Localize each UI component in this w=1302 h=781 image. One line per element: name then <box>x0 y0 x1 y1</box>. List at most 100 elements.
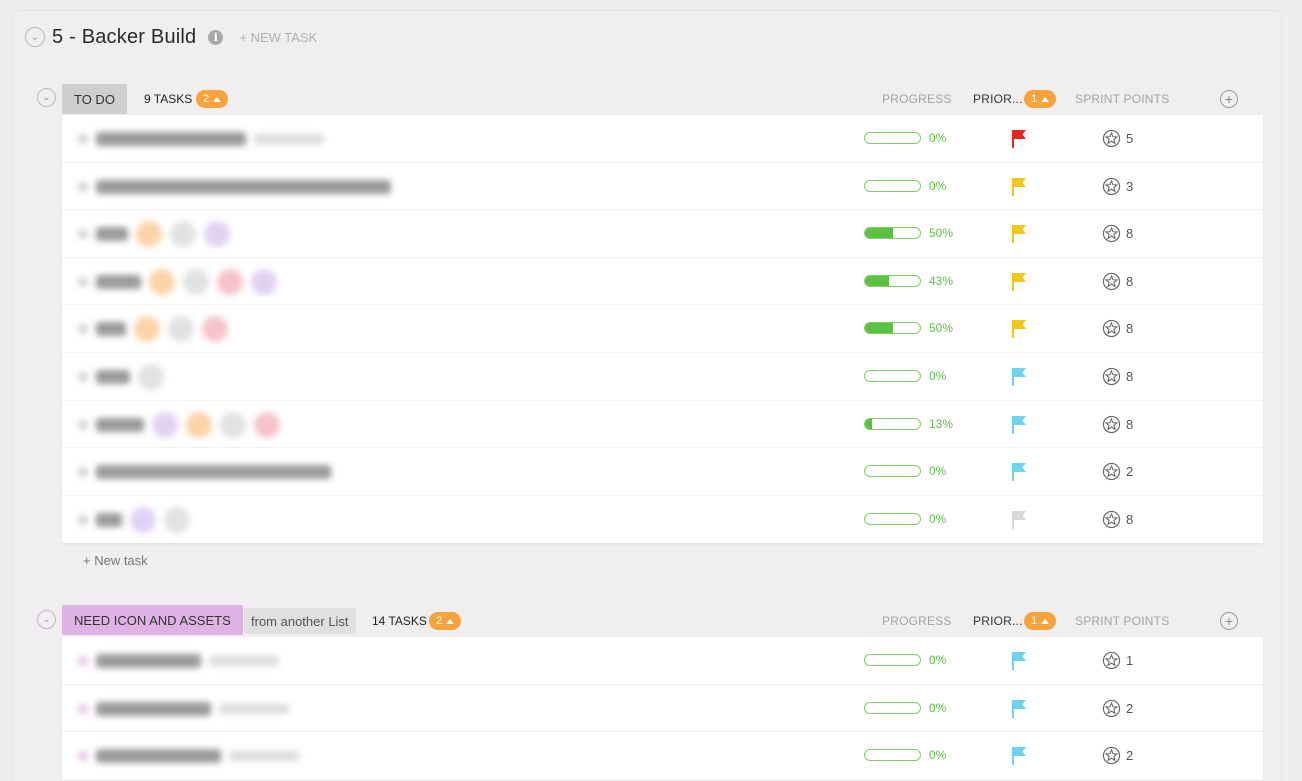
task-row[interactable]: 0% 2 <box>62 685 1263 732</box>
task-row[interactable]: 50% 8 <box>62 210 1263 258</box>
new-task-button[interactable]: + NEW TASK <box>239 30 317 45</box>
task-row[interactable]: 0% 8 <box>62 353 1263 401</box>
task-row[interactable]: 0% 8 <box>62 496 1263 544</box>
task-name-redacted[interactable] <box>78 221 230 248</box>
task-name-redacted[interactable] <box>78 506 190 533</box>
assignee-avatar <box>220 411 246 438</box>
priority-flag-icon[interactable] <box>1011 177 1027 197</box>
star-icon <box>1102 177 1121 195</box>
priority-flag-icon[interactable] <box>1011 224 1027 244</box>
task-row[interactable]: 0% 3 <box>62 163 1263 211</box>
task-status-dot[interactable] <box>78 371 88 382</box>
progress-cell[interactable]: 13% <box>864 417 953 431</box>
task-status-dot[interactable] <box>78 656 88 666</box>
priority-flag-icon[interactable] <box>1011 651 1027 671</box>
task-name-redacted[interactable] <box>78 316 228 343</box>
task-name-redacted[interactable] <box>78 129 324 149</box>
count-badge[interactable]: 2 <box>196 90 229 108</box>
add-column-button[interactable]: + <box>1220 90 1238 108</box>
status-pill[interactable]: NEED ICON AND ASSETS <box>62 605 243 635</box>
task-row[interactable]: 0% 1 <box>62 637 1263 685</box>
add-column-button[interactable]: + <box>1220 612 1238 630</box>
sprint-points-cell[interactable]: 8 <box>1102 367 1133 386</box>
priority-badge[interactable]: 1 <box>1024 612 1057 630</box>
task-status-dot[interactable] <box>78 324 88 335</box>
status-pill[interactable]: TO DO <box>62 84 127 114</box>
progress-cell[interactable]: 0% <box>864 179 946 193</box>
priority-badge[interactable]: 1 <box>1024 90 1057 108</box>
progress-cell[interactable]: 43% <box>864 274 953 288</box>
task-status-dot[interactable] <box>78 751 88 761</box>
group-header-need-icon: ⌄ NEED ICON AND ASSETS from another List… <box>37 605 1267 636</box>
progress-cell[interactable]: 50% <box>864 226 953 240</box>
progress-cell[interactable]: 0% <box>864 131 946 145</box>
sprint-points-cell[interactable]: 3 <box>1102 177 1133 196</box>
task-row[interactable]: 43% 8 <box>62 258 1263 306</box>
sprint-points-cell[interactable]: 2 <box>1102 462 1133 481</box>
priority-flag-icon[interactable] <box>1011 746 1027 766</box>
priority-flag-icon[interactable] <box>1011 510 1027 530</box>
sprint-points-cell[interactable]: 1 <box>1102 651 1133 670</box>
priority-flag-icon[interactable] <box>1011 699 1027 719</box>
progress-cell[interactable]: 50% <box>864 321 953 335</box>
task-row[interactable]: 13% 8 <box>62 401 1263 449</box>
progress-cell[interactable]: 0% <box>864 512 946 526</box>
sprint-points-cell[interactable]: 8 <box>1102 272 1133 291</box>
task-status-dot[interactable] <box>78 134 88 144</box>
sprint-points-cell[interactable]: 8 <box>1102 319 1133 338</box>
sprint-points-cell[interactable]: 5 <box>1102 129 1133 148</box>
task-status-dot[interactable] <box>78 419 88 430</box>
sprint-points-cell[interactable]: 8 <box>1102 224 1133 243</box>
info-icon[interactable]: i <box>208 29 224 45</box>
task-status-dot[interactable] <box>78 467 88 478</box>
task-row[interactable]: 0% 2 <box>62 732 1263 780</box>
sprint-points-cell[interactable]: 8 <box>1102 510 1133 529</box>
priority-flag-icon[interactable] <box>1011 129 1027 149</box>
collapse-group-button[interactable]: ⌄ <box>37 610 56 629</box>
priority-flag-icon[interactable] <box>1011 319 1027 339</box>
task-name-redacted[interactable] <box>78 177 391 197</box>
progress-bar <box>864 654 921 666</box>
column-priority[interactable]: PRIOR... <box>973 84 1023 114</box>
progress-bar <box>864 274 921 287</box>
task-name-redacted[interactable] <box>78 651 279 671</box>
collapse-group-button[interactable]: ⌄ <box>37 88 56 107</box>
progress-cell[interactable]: 0% <box>864 653 946 667</box>
caret-up-icon <box>213 96 222 102</box>
task-row[interactable]: 0% 5 <box>62 115 1263 163</box>
task-name-redacted[interactable] <box>78 746 299 766</box>
task-status-dot[interactable] <box>78 276 88 287</box>
task-status-dot[interactable] <box>78 703 88 714</box>
column-progress[interactable]: PROGRESS <box>882 84 952 114</box>
column-priority[interactable]: PRIOR... <box>973 606 1023 636</box>
progress-cell[interactable]: 0% <box>864 369 946 383</box>
new-task-row-button[interactable]: + New task <box>83 553 148 568</box>
priority-flag-icon[interactable] <box>1011 415 1027 435</box>
priority-flag-icon[interactable] <box>1011 462 1027 482</box>
task-name-redacted[interactable] <box>78 411 280 438</box>
task-row[interactable]: 0% 2 <box>62 448 1263 496</box>
task-status-dot[interactable] <box>78 229 88 240</box>
progress-label: 13% <box>929 416 954 431</box>
priority-flag-icon[interactable] <box>1011 272 1027 292</box>
task-name-redacted[interactable] <box>78 699 289 719</box>
task-name-redacted[interactable] <box>78 268 277 295</box>
progress-cell[interactable]: 0% <box>864 748 946 762</box>
task-name-redacted[interactable] <box>78 363 164 390</box>
task-status-dot[interactable] <box>78 181 88 192</box>
priority-flag-icon[interactable] <box>1011 367 1027 387</box>
sprint-points-cell[interactable]: 8 <box>1102 415 1133 434</box>
column-sprint-points[interactable]: SPRINT POINTS <box>1075 84 1169 114</box>
sprint-points-cell[interactable]: 2 <box>1102 746 1133 765</box>
task-status-dot[interactable] <box>78 514 88 525</box>
sprint-points-value: 8 <box>1126 368 1134 384</box>
sprint-points-cell[interactable]: 2 <box>1102 699 1133 718</box>
column-progress[interactable]: PROGRESS <box>882 606 952 636</box>
column-sprint-points[interactable]: SPRINT POINTS <box>1075 606 1169 636</box>
count-badge[interactable]: 2 <box>429 612 462 630</box>
progress-cell[interactable]: 0% <box>864 701 946 715</box>
collapse-list-button[interactable]: ⌄ <box>25 27 45 47</box>
progress-cell[interactable]: 0% <box>864 464 946 478</box>
task-name-redacted[interactable] <box>78 462 331 482</box>
task-row[interactable]: 50% 8 <box>62 305 1263 353</box>
